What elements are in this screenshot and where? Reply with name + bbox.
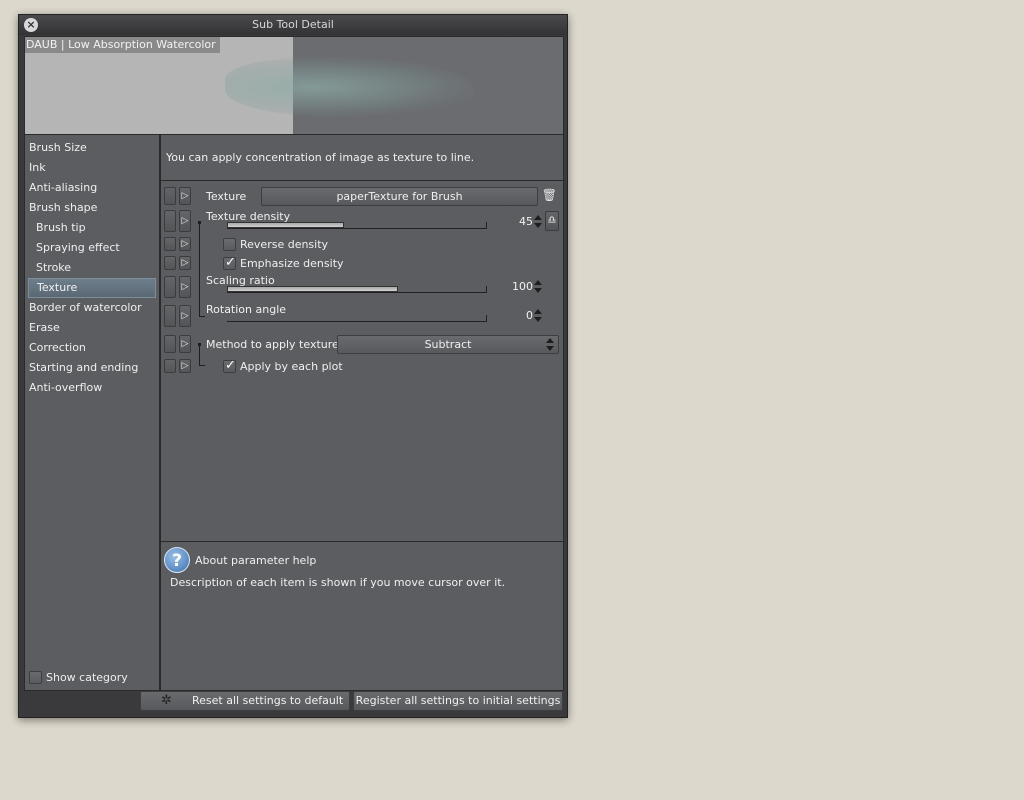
emphasize-density-checkbox[interactable] — [223, 255, 236, 270]
close-icon[interactable]: × — [24, 18, 38, 32]
method-value: Subtract — [424, 338, 472, 351]
parameter-help: ? About parameter help Description of ea… — [161, 543, 563, 691]
method-label: Method to apply texture — [206, 338, 339, 351]
sub-tool-detail-window: × Sub Tool Detail DAUB | Low Absorption … — [18, 14, 568, 718]
rotation-angle-value[interactable]: 0 — [526, 309, 533, 322]
show-category-toggle[interactable]: Show category — [29, 671, 128, 684]
settings-panel: You can apply concentration of image as … — [160, 135, 564, 691]
link-bracket — [199, 344, 205, 366]
sidebar-item-brush-size[interactable]: Brush Size — [25, 138, 159, 158]
param-scaling-ratio: ▷ Scaling ratio 100 — [161, 274, 563, 300]
show-in-tool-property-toggle[interactable] — [164, 256, 176, 270]
reset-all-settings-label: Reset all settings to default — [192, 694, 344, 707]
expand-arrow-icon[interactable]: ▷ — [179, 187, 191, 205]
texture-density-value[interactable]: 45 — [519, 215, 533, 228]
expand-arrow-icon[interactable]: ▷ — [179, 237, 191, 251]
rotation-angle-slider[interactable] — [227, 315, 487, 322]
show-in-tool-property-toggle[interactable] — [164, 305, 176, 327]
sidebar-item-brush-tip[interactable]: Brush tip — [25, 218, 159, 238]
expand-arrow-icon[interactable]: ▷ — [179, 276, 191, 298]
parameter-list: ▷ Texture paperTexture for Brush 🗑 ▷ Tex… — [161, 180, 563, 542]
reset-icon: ✲ — [161, 693, 172, 708]
show-in-tool-property-toggle[interactable] — [164, 210, 176, 232]
preview-label: DAUB | Low Absorption Watercolor — [25, 37, 220, 53]
param-emphasize-density: ▷ Emphasize density — [161, 254, 563, 272]
register-initial-settings-label: Register all settings to initial setting… — [355, 694, 561, 707]
help-icon: ? — [164, 547, 190, 573]
sidebar-item-starting-and-ending[interactable]: Starting and ending — [25, 358, 159, 378]
reset-all-settings-button[interactable]: ✲ Reset all settings to default — [140, 691, 350, 711]
show-in-tool-property-toggle[interactable] — [164, 187, 176, 205]
expand-arrow-icon[interactable]: ▷ — [179, 335, 191, 353]
category-sidebar: Brush Size Ink Anti-aliasing Brush shape… — [24, 135, 160, 691]
sidebar-item-anti-overflow[interactable]: Anti-overflow — [25, 378, 159, 398]
show-in-tool-property-toggle[interactable] — [164, 237, 176, 251]
param-apply-each-plot: ▷ Apply by each plot — [161, 356, 563, 376]
scaling-ratio-value[interactable]: 100 — [512, 280, 533, 293]
sidebar-item-correction[interactable]: Correction — [25, 338, 159, 358]
param-texture-density: ▷ Texture density 45 ♎ — [161, 208, 563, 234]
param-reverse-density: ▷ Reverse density — [161, 235, 563, 253]
sidebar-item-spraying-effect[interactable]: Spraying effect — [25, 238, 159, 258]
show-in-tool-property-toggle[interactable] — [164, 359, 176, 373]
apply-each-plot-label: Apply by each plot — [240, 360, 343, 373]
expand-arrow-icon[interactable]: ▷ — [179, 256, 191, 270]
expand-arrow-icon[interactable]: ▷ — [179, 359, 191, 373]
show-category-label: Show category — [46, 671, 128, 684]
help-title: About parameter help — [195, 554, 317, 567]
sidebar-item-erase[interactable]: Erase — [25, 318, 159, 338]
window-title: Sub Tool Detail — [252, 18, 334, 31]
brush-preview: DAUB | Low Absorption Watercolor — [24, 36, 564, 135]
sidebar-item-ink[interactable]: Ink — [25, 158, 159, 178]
expand-arrow-icon[interactable]: ▷ — [179, 305, 191, 327]
param-method: ▷ Method to apply texture Subtract — [161, 333, 563, 355]
texture-select-button[interactable]: paperTexture for Brush — [261, 187, 538, 206]
link-bracket — [199, 222, 205, 317]
show-in-tool-property-toggle[interactable] — [164, 276, 176, 298]
sidebar-item-texture[interactable]: Texture — [28, 278, 156, 298]
show-in-tool-property-toggle[interactable] — [164, 335, 176, 353]
trash-icon[interactable]: 🗑 — [542, 188, 557, 202]
scaling-ratio-fill — [227, 286, 398, 292]
spin-arrows-icon[interactable] — [534, 280, 543, 293]
scaling-ratio-slider[interactable] — [227, 286, 487, 293]
sidebar-item-stroke[interactable]: Stroke — [25, 258, 159, 278]
spin-arrows-icon[interactable] — [534, 309, 543, 322]
spin-arrows-icon[interactable] — [534, 215, 543, 228]
dropdown-arrows-icon — [546, 338, 555, 351]
param-texture: ▷ Texture paperTexture for Brush 🗑 — [161, 185, 563, 207]
reverse-density-checkbox[interactable] — [223, 238, 236, 251]
sidebar-item-anti-aliasing[interactable]: Anti-aliasing — [25, 178, 159, 198]
method-select[interactable]: Subtract — [337, 335, 559, 354]
category-description: You can apply concentration of image as … — [166, 151, 475, 164]
param-rotation-angle: ▷ Rotation angle 0 — [161, 303, 563, 329]
apply-each-plot-checkbox[interactable] — [223, 358, 236, 373]
emphasize-density-label: Emphasize density — [240, 257, 344, 270]
sidebar-item-border-of-watercolor[interactable]: Border of watercolor — [25, 298, 159, 318]
title-bar[interactable]: × Sub Tool Detail — [19, 15, 567, 35]
expand-arrow-icon[interactable]: ▷ — [179, 210, 191, 232]
texture-label: Texture — [206, 190, 247, 203]
register-initial-settings-button[interactable]: Register all settings to initial setting… — [353, 691, 563, 711]
sidebar-item-brush-shape[interactable]: Brush shape — [25, 198, 159, 218]
preview-stroke — [225, 57, 475, 117]
texture-density-fill — [227, 222, 344, 228]
texture-density-slider[interactable] — [227, 222, 487, 229]
show-category-checkbox[interactable] — [29, 671, 42, 684]
help-text: Description of each item is shown if you… — [170, 576, 506, 589]
pen-pressure-icon[interactable]: ♎ — [545, 211, 559, 231]
reverse-density-label: Reverse density — [240, 238, 329, 251]
